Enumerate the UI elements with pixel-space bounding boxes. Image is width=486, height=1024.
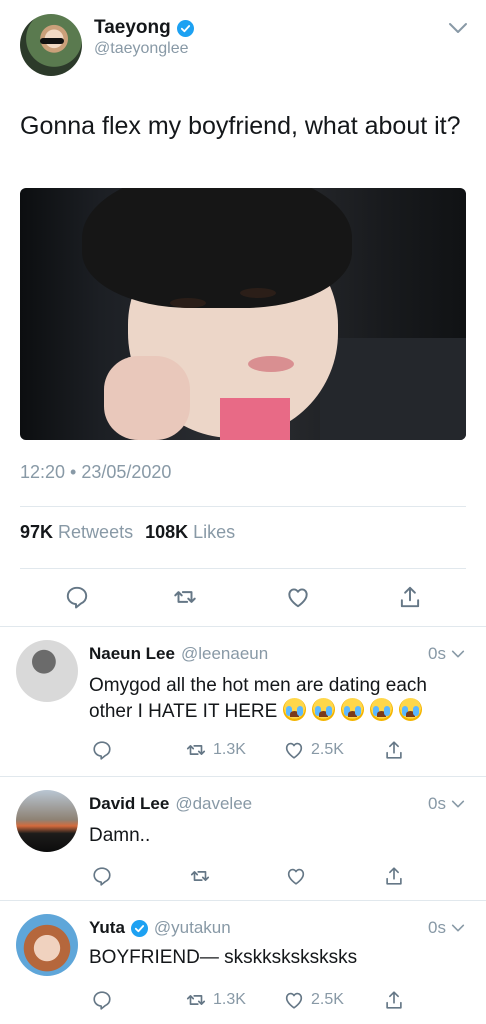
share-icon[interactable] (383, 864, 405, 888)
likes-count: 108K (145, 522, 189, 542)
crying-emoji-icon (282, 698, 306, 721)
like-icon (283, 989, 305, 1011)
main-author-handle[interactable]: @taeyonglee (94, 40, 189, 58)
main-tweet-text: Gonna flex my boyfriend, what about it? (20, 112, 461, 140)
like-icon (283, 739, 305, 761)
like-count: 2.5K (311, 991, 344, 1008)
tweet-stats: 97K Retweets 108K Likes (20, 522, 235, 543)
reply-text: Omygod all the hot men are dating each o… (89, 674, 474, 724)
like-button[interactable]: 2.5K (283, 738, 344, 762)
retweet-button[interactable]: 1.3K (185, 738, 246, 762)
crying-emoji-icon (369, 698, 393, 721)
retweet-count: 1.3K (213, 991, 246, 1008)
reply-time: 0s (428, 794, 446, 813)
retweet-icon[interactable] (172, 584, 198, 610)
reply-time: 0s (428, 918, 446, 937)
crying-emoji-icon (398, 698, 422, 721)
divider (0, 900, 486, 901)
chevron-down-icon[interactable] (450, 796, 466, 812)
chevron-down-icon[interactable] (446, 16, 470, 40)
tweet-photo[interactable] (20, 188, 466, 440)
reply-author-avatar[interactable] (16, 790, 78, 852)
main-tweet-actions (20, 584, 466, 610)
main-author-name[interactable]: Taeyong (94, 17, 171, 39)
chevron-down-icon[interactable] (450, 646, 466, 662)
tweet-timestamp[interactable]: 12:20 • 23/05/2020 (20, 462, 171, 483)
reply-author-name[interactable]: Naeun Lee (89, 644, 175, 664)
reply-text: Damn.. (89, 825, 151, 846)
reply-tweet[interactable]: Yuta @yutakun 0s BOYFRIEND— skskksksksks… (0, 914, 486, 1024)
reply-author-name[interactable]: Yuta (89, 918, 125, 938)
share-icon[interactable] (383, 738, 405, 762)
reply-actions: 1.3K 2.5K (89, 988, 419, 1012)
retweets-count: 97K (20, 522, 54, 542)
reply-icon[interactable] (91, 864, 113, 888)
main-tweet-header: Taeyong @taeyonglee (20, 14, 470, 80)
retweet-count: 1.3K (213, 741, 246, 758)
reply-icon[interactable] (91, 988, 113, 1012)
likes-label: Likes (193, 522, 236, 542)
tweet-detail-view: Taeyong @taeyonglee Gonna flex my boyfri… (0, 0, 486, 1024)
verified-badge-icon (130, 919, 148, 937)
verified-badge-icon (176, 19, 194, 37)
crying-emoji-row (282, 698, 428, 722)
retweet-button[interactable]: 1.3K (185, 988, 246, 1012)
reply-time: 0s (428, 644, 446, 663)
reply-author-avatar[interactable] (16, 640, 78, 702)
retweet-icon[interactable] (189, 864, 211, 888)
share-icon[interactable] (397, 584, 423, 610)
like-icon[interactable] (285, 864, 307, 888)
likes-stat[interactable]: 108K Likes (145, 522, 235, 543)
retweet-icon (185, 989, 207, 1011)
reply-tweet[interactable]: David Lee @davelee 0s Damn.. (0, 790, 486, 900)
divider (0, 626, 486, 627)
crying-emoji-icon (311, 698, 335, 721)
reply-icon[interactable] (64, 584, 90, 610)
reply-tweet[interactable]: Naeun Lee @leenaeun 0s Omygod all the ho… (0, 640, 486, 775)
like-icon[interactable] (285, 584, 311, 610)
reply-text: BOYFRIEND— skskksksksksks (89, 947, 358, 968)
reply-author-name[interactable]: David Lee (89, 794, 169, 814)
chevron-down-icon[interactable] (450, 920, 466, 936)
reply-icon[interactable] (91, 738, 113, 762)
reply-author-avatar[interactable] (16, 914, 78, 976)
divider (20, 506, 466, 507)
retweets-stat[interactable]: 97K Retweets (20, 522, 133, 543)
like-button[interactable]: 2.5K (283, 988, 344, 1012)
reply-actions: 1.3K 2.5K (89, 738, 419, 762)
share-icon[interactable] (383, 988, 405, 1012)
reply-author-handle[interactable]: @leenaeun (181, 644, 268, 664)
divider (0, 776, 486, 777)
like-count: 2.5K (311, 741, 344, 758)
reply-actions (89, 864, 419, 888)
retweet-icon (185, 739, 207, 761)
main-author-avatar[interactable] (20, 14, 82, 76)
crying-emoji-icon (340, 698, 364, 721)
retweets-label: Retweets (58, 522, 134, 542)
divider (20, 568, 466, 569)
reply-author-handle[interactable]: @davelee (175, 794, 252, 814)
reply-author-handle[interactable]: @yutakun (154, 918, 231, 938)
